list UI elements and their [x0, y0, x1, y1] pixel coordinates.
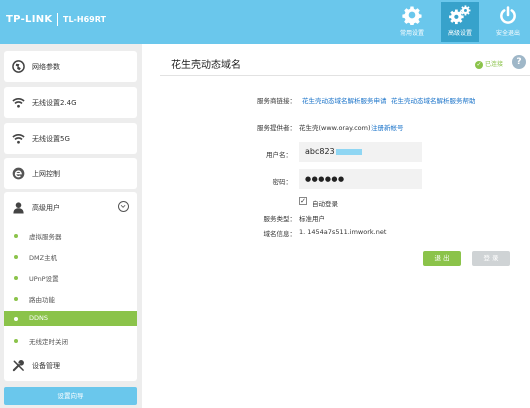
sidebar-item-label: 无线设置2.4G — [32, 99, 77, 107]
tools-icon — [12, 360, 24, 372]
password-field[interactable]: ●●●●●● — [299, 169, 422, 189]
bullet-icon — [14, 297, 18, 301]
page-title: 花生壳动态域名 — [171, 60, 241, 71]
user-icon — [13, 202, 24, 214]
auto-login-label: 自动登录 — [312, 200, 338, 208]
check-circle-icon: ✓ — [475, 61, 483, 69]
logout-button[interactable]: 退 出 — [423, 251, 461, 266]
wifi-icon — [12, 98, 25, 108]
chevron-up-icon[interactable] — [118, 201, 129, 212]
nav-basic-settings[interactable]: 常用设置 — [393, 2, 431, 42]
gears-icon — [449, 5, 471, 25]
submenu-item-wifi-timer[interactable]: 无线定时关闭 — [4, 333, 137, 348]
link-service-help[interactable]: 花生壳动态域名解析服务帮助 — [391, 95, 476, 105]
bullet-icon — [14, 255, 18, 259]
domain-value: 1. 1454a7s511.imwork.net — [299, 228, 387, 236]
submenu-item-upnp[interactable]: UPnP设置 — [4, 270, 137, 285]
gear-icon — [402, 6, 422, 25]
link-apply-service[interactable]: 花生壳动态域名解析服务申请 — [302, 95, 387, 105]
sidebar-item-label: 网络参数 — [32, 63, 60, 71]
title-divider — [160, 75, 530, 76]
connection-status: ✓ 已连接 — [475, 59, 503, 69]
setup-wizard-button[interactable]: 设置向导 — [4, 387, 137, 405]
redaction-bar — [335, 148, 362, 155]
submenu-label: UPnP设置 — [29, 275, 59, 283]
service-type-value: 标准用户 — [299, 215, 325, 223]
top-header: TP-LINK TL-H69RT 常用设置 高级设置 安全退出 — [0, 0, 530, 44]
model-name: TL-H69RT — [63, 15, 106, 24]
bullet-icon — [14, 234, 18, 238]
auto-login-checkbox[interactable]: ✓ — [299, 197, 307, 205]
brand-logo: TP-LINK — [6, 14, 53, 25]
bullet-icon — [14, 317, 18, 321]
submenu-label: 路由功能 — [29, 296, 55, 304]
wifi-icon — [12, 134, 25, 144]
help-icon[interactable]: ? — [512, 55, 526, 69]
sidebar-item-access-control[interactable]: 上网控制 — [4, 158, 137, 189]
sidebar: 网络参数 无线设置2.4G 无线设置5G 上网控制 高级用户 虚拟服务器 DMZ… — [0, 44, 142, 408]
sidebar-item-label: 设备管理 — [32, 362, 60, 370]
sidebar-item-advanced-user[interactable]: 高级用户 — [4, 192, 137, 223]
username-label: 用户名： — [266, 151, 292, 159]
nav-label: 安全退出 — [495, 30, 520, 37]
provider-label: 服务提供者： — [257, 124, 296, 132]
submenu-label: DDNS — [29, 314, 48, 322]
submenu-item-routing[interactable]: 路由功能 — [4, 291, 137, 306]
provider-value: 花生壳(www.oray.com) — [299, 124, 371, 132]
e-icon — [12, 167, 25, 180]
username-field[interactable]: abc823 — [299, 142, 422, 162]
submenu-label: 虚拟服务器 — [29, 233, 62, 241]
status-text: 已连接 — [485, 61, 504, 68]
sidebar-item-label: 高级用户 — [32, 204, 60, 212]
submenu-item-ddns[interactable]: DDNS — [4, 311, 137, 326]
nav-label: 高级设置 — [447, 30, 472, 37]
bullet-icon — [14, 339, 18, 343]
sidebar-item-label: 无线设置5G — [32, 135, 70, 143]
nav-label: 常用设置 — [399, 30, 424, 37]
bullet-icon — [14, 276, 18, 280]
submenu-label: DMZ主机 — [29, 254, 58, 262]
sidebar-item-label: 上网控制 — [32, 170, 60, 178]
register-link[interactable]: 注册新帐号 — [371, 122, 404, 132]
logo-divider — [57, 13, 58, 26]
submenu-item-dmz[interactable]: DMZ主机 — [4, 249, 137, 264]
nav-advanced-settings[interactable]: 高级设置 — [441, 2, 479, 42]
password-label: 密码： — [272, 178, 293, 186]
globe-icon — [12, 60, 25, 73]
submenu-item-virtual-server[interactable]: 虚拟服务器 — [4, 228, 137, 243]
submenu-label: 无线定时关闭 — [29, 338, 68, 346]
sidebar-item-device-management[interactable]: 设备管理 — [4, 350, 137, 381]
power-icon — [500, 6, 516, 24]
sidebar-item-wifi-5g[interactable]: 无线设置5G — [4, 123, 137, 154]
domain-label: 域名信息： — [263, 230, 297, 238]
sidebar-item-network[interactable]: 网络参数 — [4, 51, 137, 82]
login-button[interactable]: 登 录 — [472, 251, 510, 266]
sidebar-item-wifi-24g[interactable]: 无线设置2.4G — [4, 87, 137, 118]
service-link-label: 服务商链接： — [257, 97, 296, 105]
nav-logout[interactable]: 安全退出 — [489, 2, 527, 42]
service-type-label: 服务类型： — [263, 215, 297, 223]
username-value: abc823 — [305, 147, 335, 156]
